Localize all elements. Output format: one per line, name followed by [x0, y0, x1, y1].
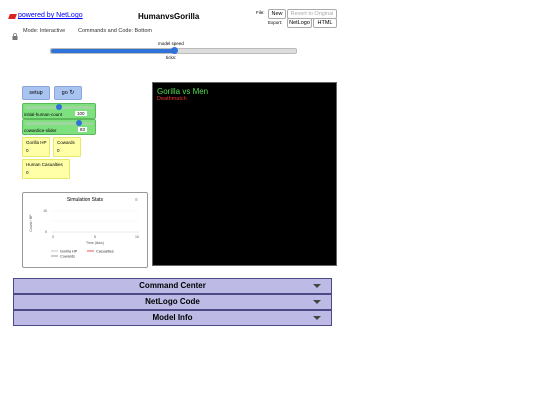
- view-subheading: Deathmatch: [157, 96, 187, 102]
- slider-track[interactable]: [25, 104, 93, 110]
- chevron-down-icon: [313, 284, 321, 288]
- chevron-down-icon: [313, 300, 321, 304]
- human-casualties-monitor: Human Casualties 0: [22, 159, 70, 179]
- go-label: go: [61, 90, 68, 96]
- monitor-value: 0: [26, 148, 29, 153]
- cowardice-slider[interactable]: cowardice-slider 83: [22, 119, 96, 135]
- slider-value[interactable]: 100: [75, 111, 87, 116]
- plot-ytick-top: 10: [43, 209, 47, 213]
- monitor-value: 0: [57, 148, 60, 153]
- forever-icon: ↻: [69, 90, 75, 96]
- tab-label: Model Info: [152, 313, 193, 322]
- monitor-value: 0: [26, 170, 29, 175]
- slider-track[interactable]: [25, 120, 93, 126]
- file-label: File:: [256, 10, 265, 15]
- legend-label-casualties: Casualties: [96, 250, 114, 254]
- simulation-stats-plot: Simulation Stats ≡ Count / HP 10 0 0 5 1…: [22, 192, 148, 268]
- plot-ytick-bottom: 0: [45, 230, 47, 234]
- tab-command-center[interactable]: Command Center: [13, 278, 332, 294]
- slider-knob[interactable]: [56, 104, 62, 110]
- legend-label-gorilla-hp: Gorilla HP: [60, 250, 78, 254]
- ticks-label: ticks:: [166, 55, 177, 60]
- new-button[interactable]: New: [268, 9, 286, 19]
- gorilla-hp-monitor: Gorilla HP 0: [22, 137, 50, 157]
- mode-text: Mode: Interactive: [23, 28, 66, 34]
- model-title: HumanvsGorilla: [138, 12, 200, 21]
- plot-ylabel: Count / HP: [29, 214, 33, 232]
- netlogo-logo-icon: [8, 14, 17, 19]
- view-heading: Gorilla vs Men: [157, 87, 209, 96]
- setup-button[interactable]: setup: [22, 86, 50, 100]
- tab-label: NetLogo Code: [145, 297, 200, 306]
- export-html-button[interactable]: HTML: [313, 18, 337, 28]
- initial-human-count-slider[interactable]: initial-human-count 100: [22, 103, 96, 119]
- tab-netlogo-code[interactable]: NetLogo Code: [13, 294, 332, 310]
- tab-model-info[interactable]: Model Info: [13, 310, 332, 326]
- speed-slider-track[interactable]: [50, 47, 297, 54]
- plot-xlabel: Time (ticks): [86, 241, 104, 245]
- model-speed-label: model speed: [158, 41, 184, 46]
- plot-svg: Simulation Stats ≡ Count / HP 10 0 0 5 1…: [29, 197, 139, 259]
- legend-label-cowards: Cowards: [60, 255, 75, 259]
- slider-knob[interactable]: [76, 120, 83, 126]
- export-label: Export:: [268, 20, 283, 25]
- commands-code-text: Commands and Code: Bottom: [78, 28, 152, 34]
- plot-title: Simulation Stats: [67, 197, 104, 203]
- lock-icon[interactable]: [12, 27, 18, 40]
- plot-xtick-10: 10: [135, 235, 139, 239]
- speed-slider-thumb[interactable]: [170, 47, 178, 54]
- tab-label: Command Center: [139, 281, 206, 290]
- plot-xtick-5: 5: [94, 235, 96, 239]
- go-button[interactable]: go ↻: [54, 86, 82, 100]
- slider-value[interactable]: 83: [78, 127, 88, 132]
- cowards-monitor: Cowards 0: [53, 137, 81, 157]
- plot-xtick-0: 0: [52, 235, 54, 239]
- export-netlogo-button[interactable]: NetLogo: [287, 18, 312, 28]
- plot-menu-icon[interactable]: ≡: [135, 197, 138, 203]
- speed-slider-fill: [51, 49, 174, 53]
- slider-label: cowardice-slider: [24, 128, 57, 133]
- monitor-label: Cowards: [57, 140, 75, 145]
- powered-by-link[interactable]: powered by NetLogo: [18, 12, 83, 19]
- world-view[interactable]: Gorilla vs Men Deathmatch: [152, 82, 337, 266]
- monitor-label: Human Casualties: [26, 162, 63, 167]
- slider-label: initial-human-count: [24, 112, 63, 117]
- chevron-down-icon: [313, 316, 321, 320]
- monitor-label: Gorilla HP: [26, 140, 47, 145]
